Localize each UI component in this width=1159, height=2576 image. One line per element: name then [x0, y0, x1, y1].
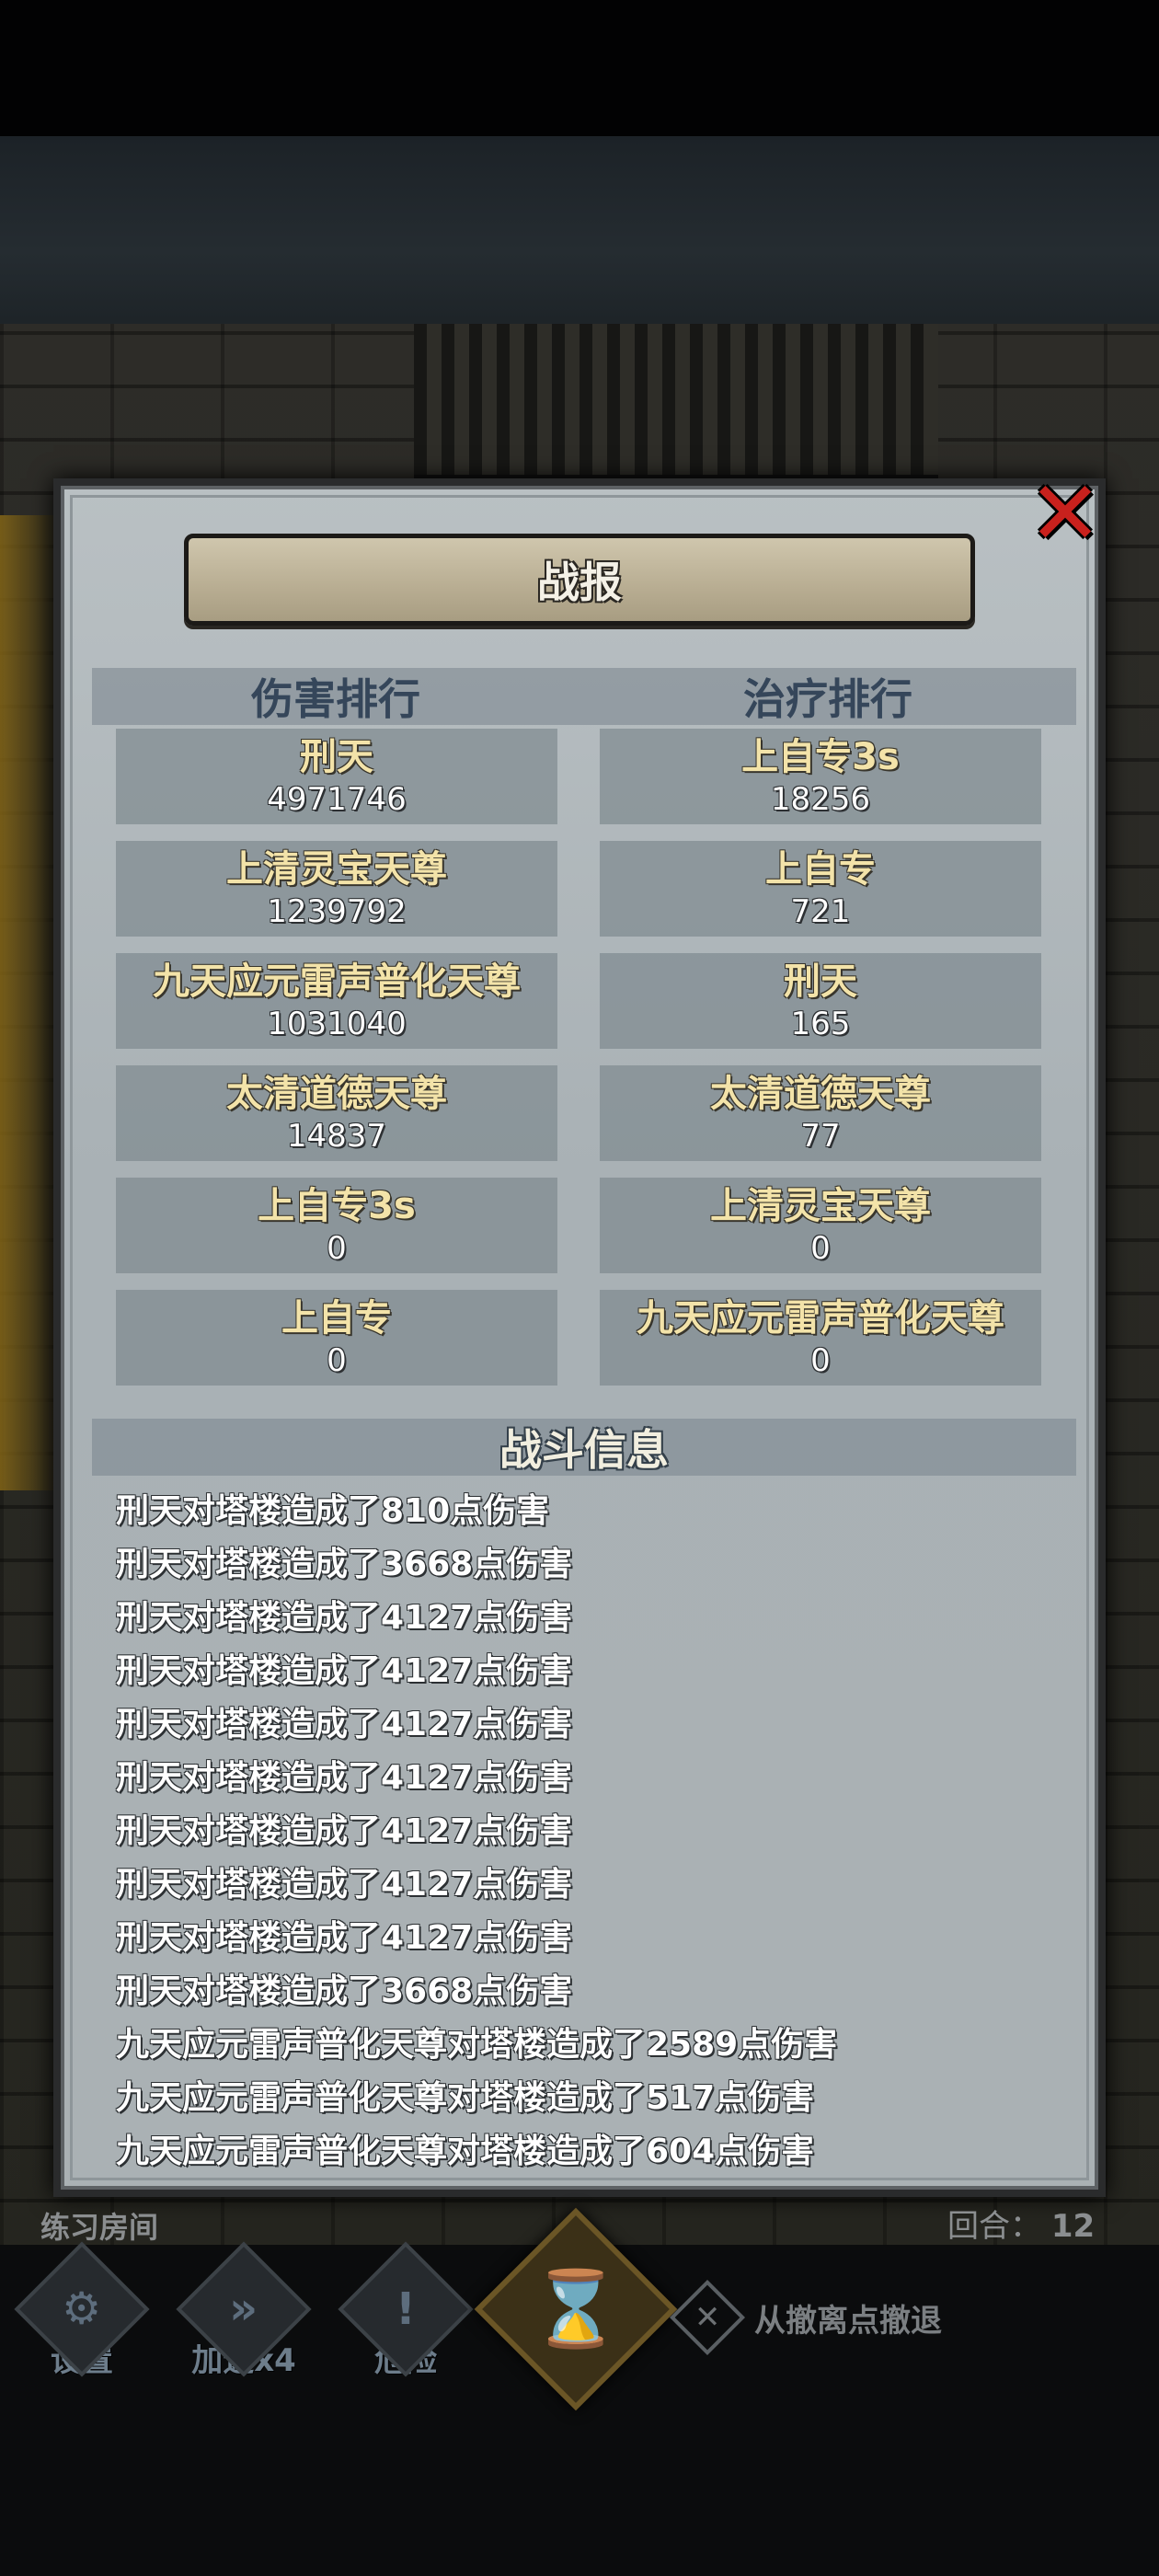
background-gate — [414, 324, 938, 480]
log-entry: 九天应元雷声普化天尊对塔楼造成了517点伤害 — [116, 2079, 815, 2117]
log-entry: 刑天对塔楼造成了3668点伤害 — [116, 1546, 573, 1583]
room-label: 练习房间 — [40, 2210, 159, 2245]
round-label: 回合： — [947, 2208, 1041, 2245]
damage-value: 1239792 — [267, 893, 407, 930]
crossed-tools-icon: ✕ — [694, 2299, 721, 2336]
healing-rank-item: 上清灵宝天尊 0 — [600, 1178, 1041, 1273]
settings-diamond: ⚙ — [14, 2241, 150, 2377]
title-plaque: 战报 — [184, 534, 975, 626]
log-entry: 刑天对塔楼造成了4127点伤害 — [116, 1812, 573, 1850]
healing-rank-item: 上自专 721 — [600, 841, 1041, 937]
healing-rank-item: 太清道德天尊 77 — [600, 1065, 1041, 1161]
battle-info-title: 战斗信息 — [499, 1425, 669, 1475]
damage-rank-item: 九天应元雷声普化天尊 1031040 — [116, 953, 557, 1049]
gear-icon: ⚙ — [62, 2283, 102, 2335]
close-x-icon: ✕ — [1027, 462, 1103, 565]
healing-ranking-header: 治疗排行 — [580, 668, 1076, 725]
log-entry: 刑天对塔楼造成了4127点伤害 — [116, 1652, 573, 1690]
damage-rank-item: 太清道德天尊 14837 — [116, 1065, 557, 1161]
hero-name: 九天应元雷声普化天尊 — [153, 960, 521, 1003]
log-entry: 刑天对塔楼造成了4127点伤害 — [116, 1599, 573, 1637]
damage-rank-item: 刑天 4971746 — [116, 729, 557, 824]
damage-value: 14837 — [286, 1118, 387, 1155]
hero-name: 太清道德天尊 — [710, 1073, 931, 1115]
close-button[interactable]: ✕ — [1021, 469, 1109, 558]
round-value: 12 — [1050, 2208, 1096, 2245]
damage-rank-item: 上清灵宝天尊 1239792 — [116, 841, 557, 937]
damage-value: 0 — [327, 1342, 347, 1379]
healing-ranking-title: 治疗排行 — [743, 674, 912, 724]
hero-name: 上自专 — [281, 1297, 392, 1340]
hero-name: 上自专 — [765, 848, 876, 891]
log-entry: 刑天对塔楼造成了4127点伤害 — [116, 1866, 573, 1903]
damage-ranking-title: 伤害排行 — [251, 674, 420, 724]
healing-value: 18256 — [770, 781, 871, 818]
log-entry: 刑天对塔楼造成了4127点伤害 — [116, 1706, 573, 1743]
panel-title: 战报 — [537, 558, 622, 607]
healing-value: 721 — [790, 893, 851, 930]
battle-log[interactable]: 刑天对塔楼造成了810点伤害 刑天对塔楼造成了3668点伤害 刑天对塔楼造成了4… — [116, 1485, 1054, 2179]
top-black-bar — [0, 0, 1159, 136]
danger-button[interactable]: ! 危险 — [337, 2241, 475, 2392]
hourglass-icon: ⌛ — [530, 2265, 622, 2352]
exclamation-icon: ! — [396, 2283, 416, 2335]
hero-name: 上自专3s — [741, 736, 900, 778]
damage-ranking-header: 伤害排行 — [92, 668, 580, 725]
healing-value: 165 — [790, 1006, 851, 1042]
retreat-diamond: ✕ — [669, 2279, 746, 2356]
log-entry: 刑天对塔楼造成了4127点伤害 — [116, 1759, 573, 1797]
healing-value: 0 — [810, 1230, 831, 1267]
hero-name: 上自专3s — [258, 1185, 416, 1227]
retreat-label: 从撤离点撤退 — [754, 2302, 942, 2340]
speed-button[interactable]: » 加速x4 — [175, 2241, 313, 2392]
log-entry: 刑天对塔楼造成了3668点伤害 — [116, 1972, 573, 2010]
damage-rank-item: 上自专 0 — [116, 1290, 557, 1386]
damage-rank-item: 上自专3s 0 — [116, 1178, 557, 1273]
damage-value: 1031040 — [267, 1006, 407, 1042]
damage-value: 0 — [327, 1230, 347, 1267]
healing-rank-item: 九天应元雷声普化天尊 0 — [600, 1290, 1041, 1386]
log-entry: 刑天对塔楼造成了810点伤害 — [116, 1492, 550, 1530]
healing-value: 0 — [810, 1342, 831, 1379]
hero-name: 上清灵宝天尊 — [710, 1185, 931, 1227]
fast-forward-icon: » — [229, 2283, 258, 2335]
log-entry: 九天应元雷声普化天尊对塔楼造成了2589点伤害 — [116, 2026, 838, 2064]
log-entry: 刑天对塔楼造成了4127点伤害 — [116, 1919, 573, 1957]
hero-name: 刑天 — [300, 736, 373, 778]
retreat-button[interactable]: ✕ 从撤离点撤退 — [669, 2279, 942, 2356]
settings-button[interactable]: ⚙ 设置 — [13, 2241, 151, 2392]
danger-diamond: ! — [338, 2241, 474, 2377]
log-entry: 九天应元雷声普化天尊对塔楼造成了604点伤害 — [116, 2133, 815, 2170]
hero-name: 上清灵宝天尊 — [226, 848, 447, 891]
healing-rank-item: 刑天 165 — [600, 953, 1041, 1049]
healing-value: 77 — [800, 1118, 841, 1155]
hero-name: 刑天 — [784, 960, 857, 1003]
healing-rank-item: 上自专3s 18256 — [600, 729, 1041, 824]
battle-info-header: 战斗信息 — [92, 1419, 1076, 1476]
hero-name: 九天应元雷声普化天尊 — [637, 1297, 1004, 1340]
damage-value: 4971746 — [267, 781, 407, 818]
background-sky — [0, 136, 1159, 329]
round-counter: 回合： 12 — [947, 2201, 1095, 2246]
hero-name: 太清道德天尊 — [226, 1073, 447, 1115]
